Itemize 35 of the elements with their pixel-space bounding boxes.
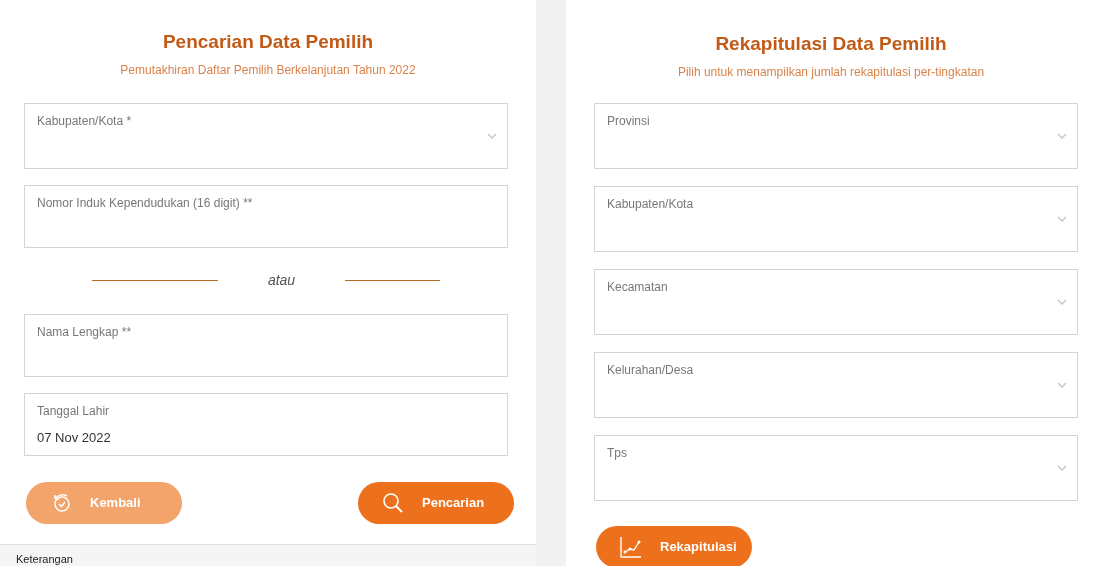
chevron-down-icon bbox=[1057, 381, 1067, 388]
recap-button[interactable]: Rekapitulasi bbox=[596, 525, 752, 566]
panel-title: Pencarian Data Pemilih bbox=[161, 30, 375, 54]
panel-title: Rekapitulasi Data Pemilih bbox=[714, 32, 948, 56]
select-field[interactable]: Kabupaten/Kota bbox=[594, 185, 1078, 252]
field-label: Nomor Induk Kependudukan (16 digit) ** bbox=[37, 194, 254, 212]
search-icon bbox=[382, 491, 404, 514]
field-label: Nama Lengkap ** bbox=[37, 323, 133, 341]
line-chart-icon bbox=[620, 535, 642, 558]
chevron-down-icon bbox=[1057, 298, 1067, 305]
chevron-down-icon bbox=[487, 132, 497, 139]
input-field[interactable]: Nama Lengkap ** bbox=[24, 313, 508, 377]
panel-subtitle: Pemutakhiran Daftar Pemilih Berkelanjutan Tahun 2022 bbox=[119, 61, 417, 79]
select-field[interactable]: Kabupaten/Kota * bbox=[24, 102, 508, 169]
select-field[interactable]: Provinsi bbox=[594, 102, 1078, 169]
chevron-down-icon bbox=[1057, 132, 1067, 139]
chevron-down-icon bbox=[1057, 215, 1067, 222]
field-value: 07 Nov 2022 bbox=[37, 428, 112, 447]
select-field[interactable]: Kelurahan/Desa bbox=[594, 351, 1078, 418]
input-field[interactable]: Nomor Induk Kependudukan (16 digit) ** bbox=[24, 184, 508, 248]
chevron-down-icon bbox=[1057, 464, 1067, 471]
field-label: Provinsi bbox=[607, 112, 651, 130]
divider-label: atau bbox=[267, 271, 296, 290]
select-field[interactable]: Kecamatan bbox=[594, 268, 1078, 335]
field-label: Kabupaten/Kota bbox=[607, 195, 695, 213]
field-label: Kabupaten/Kota * bbox=[37, 112, 133, 130]
field-label: Kecamatan bbox=[607, 278, 669, 296]
select-field[interactable]: Tps bbox=[594, 434, 1078, 501]
field-label: Kelurahan/Desa bbox=[607, 361, 695, 379]
input-field[interactable]: Tanggal Lahir 07 Nov 2022 bbox=[24, 392, 508, 456]
panel-subtitle: Pilih untuk menampilkan jumlah rekapitulasi per-tingkatan bbox=[676, 63, 986, 81]
field-label: Tanggal Lahir bbox=[37, 402, 111, 420]
footer-title: Keterangan bbox=[16, 552, 74, 566]
field-label: Tps bbox=[607, 444, 628, 462]
search-button[interactable]: Pencarian bbox=[358, 481, 514, 524]
